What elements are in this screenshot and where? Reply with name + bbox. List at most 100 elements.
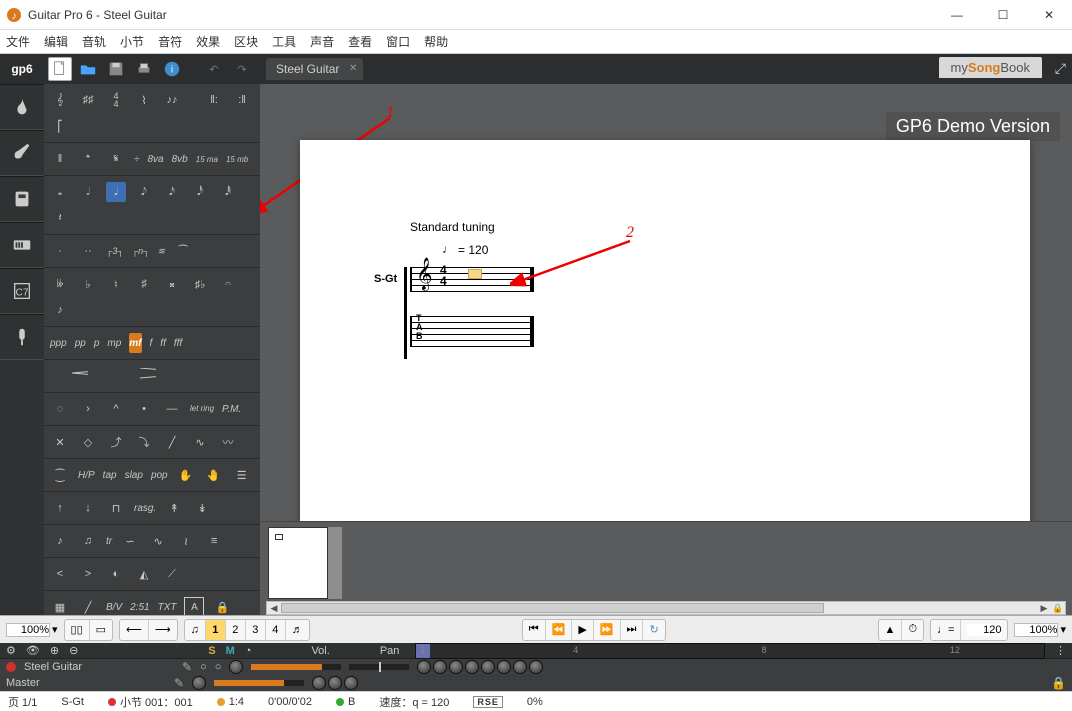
redo-button[interactable]: ↷ [230,57,254,81]
window-maximize-button[interactable]: ☐ [980,0,1026,30]
quarter-note-button[interactable]: 𝅘𝅥 [106,182,126,202]
track-remove-icon[interactable]: ⊖ [69,644,78,657]
tremolo-pick-button[interactable]: ≡ [204,531,224,551]
doubleflat-button[interactable]: 𝄫 [50,274,70,294]
accent-button[interactable]: › [78,399,98,419]
menu-view[interactable]: 查看 [348,33,372,50]
timeline-options-icon[interactable]: ⋮ [1055,644,1066,657]
pickstroke-button[interactable]: ⊓ [106,498,126,518]
grace-before-button[interactable]: ♪ [50,531,70,551]
fermata-button[interactable]: 𝄐 [218,274,238,294]
multivoice-button[interactable]: ♫ [185,620,206,640]
voice-3-button[interactable]: 3 [246,620,266,640]
left-hand-button[interactable]: ✋ [176,465,196,485]
panel-mastering-icon[interactable] [0,222,44,268]
menu-edit[interactable]: 编辑 [44,33,68,50]
tenuto-button[interactable]: ― [162,399,182,419]
section-button[interactable]: A [184,597,204,615]
countdown-button[interactable]: ⏱ [902,620,923,640]
new-file-button[interactable] [48,57,72,81]
forward-button[interactable]: ⏩ [594,620,621,640]
menu-tool[interactable]: 工具 [272,33,296,50]
wah-button[interactable]: ◭ [134,564,154,584]
ghost-note-button[interactable]: ◌ [50,399,70,419]
staccato-button[interactable]: • [134,399,154,419]
scroll-left-icon[interactable]: ◀ [267,602,281,614]
menu-sound[interactable]: 声音 [310,33,334,50]
score-canvas[interactable]: GP6 Demo Version 1 Standard tuning ♩= 12… [260,84,1072,521]
nav-next-button[interactable]: ⟶ [149,620,177,640]
sixteenth-note-button[interactable]: 𝅘𝅥𝅯 [162,182,182,202]
pick-scrape-button[interactable]: ⟋ [162,564,182,584]
track-edit-icon[interactable]: ✎ [182,660,192,674]
barre-button[interactable]: ☰ [232,465,252,485]
arpeggio-up-button[interactable]: ↟ [164,498,184,518]
volume-swell-button[interactable]: ◐ [106,564,126,584]
panel-instrument-icon[interactable] [0,130,44,176]
vibrato-button[interactable]: ∿ [190,432,210,452]
window-minimize-button[interactable]: — [934,0,980,30]
downstroke-button[interactable]: ↓ [78,498,98,518]
track-add-icon[interactable]: ⊕ [50,644,59,657]
text-button[interactable]: TXT [158,597,177,615]
inv-mordent-button[interactable]: ≀ [176,531,196,551]
menu-bar-item[interactable]: 小节 [120,33,144,50]
dyn-mf-button[interactable]: mf [129,333,141,353]
natural-button[interactable]: ♮ [106,274,126,294]
track-visibility-icon[interactable]: 👁 [26,644,40,657]
rewind-button[interactable]: ⏪ [546,620,573,640]
scroll-lock-icon[interactable]: 🔒 [1051,602,1065,614]
double-dot-button[interactable]: ·· [78,241,98,261]
menu-help[interactable]: 帮助 [424,33,448,50]
thirtysecond-note-button[interactable]: 𝅘𝅥𝅰 [190,182,210,202]
barre-text-button[interactable]: B/V [106,597,122,615]
menu-effect[interactable]: 效果 [196,33,220,50]
undo-button[interactable]: ↶ [202,57,226,81]
grace-button[interactable]: ♪ [50,300,70,320]
quindicesima-button[interactable]: 15 ma [196,149,218,169]
harmonic-button[interactable]: ◇ [78,432,98,452]
timer-button[interactable]: 2:51 [130,597,149,615]
slash-button[interactable]: ╱ [78,597,98,615]
panel-effects-icon[interactable] [0,176,44,222]
note-cursor[interactable] [468,269,482,279]
voice-1-button[interactable]: 1 [206,620,226,640]
master-volume-slider[interactable] [214,680,304,686]
zoom-left-input[interactable] [6,623,50,637]
pan-slider[interactable] [349,664,409,670]
metronome-button[interactable]: ▲ [879,620,903,640]
accidental-toggle-button[interactable]: ♯♭ [190,274,210,294]
turn-button[interactable]: ∽ [120,531,140,551]
menu-track[interactable]: 音轨 [82,33,106,50]
scroll-thumb[interactable] [281,603,824,613]
palm-mute-button[interactable]: P.M. [222,399,241,419]
mysongbook-button[interactable]: mySongBook [939,57,1042,78]
flat-button[interactable]: ♭ [78,274,98,294]
dead-note-button[interactable]: ✕ [50,432,70,452]
menu-note[interactable]: 音符 [158,33,182,50]
voice-all-button[interactable]: ♬ [286,620,309,640]
tempo-group[interactable]: ♩= [930,619,1008,641]
master-knobs[interactable] [312,676,358,690]
pop-button[interactable]: pop [151,465,168,485]
window-close-button[interactable]: ✕ [1026,0,1072,30]
dot-button[interactable]: · [50,241,70,261]
quindicesima-bassa-button[interactable]: 15 mb [226,149,248,169]
sharp-button[interactable]: ♯ [134,274,154,294]
track-row-master[interactable]: Master ✎ 🔒 [0,675,1072,691]
rasgueado-button[interactable]: rasg. [134,498,156,518]
panel-edition-icon[interactable] [0,84,44,130]
panel-lyrics-icon[interactable] [0,314,44,360]
sixtyfourth-note-button[interactable]: 𝅘𝅥𝅱 [218,182,238,202]
ottava-button[interactable]: 8va [148,149,164,169]
doublesharp-button[interactable]: 𝄪 [162,274,182,294]
track-color-icon[interactable] [6,662,16,672]
hammer-button[interactable]: ⁐ [50,465,70,485]
right-hand-button[interactable]: 🤚 [204,465,224,485]
voice-2-button[interactable]: 2 [226,620,246,640]
clef-button[interactable]: 𝄞 [50,90,70,110]
nav-prev-button[interactable]: ⟵ [120,620,149,640]
arpeggio-down-button[interactable]: ↡ [192,498,212,518]
insert-knobs[interactable] [417,660,543,674]
heavy-accent-button[interactable]: ^ [106,399,126,419]
